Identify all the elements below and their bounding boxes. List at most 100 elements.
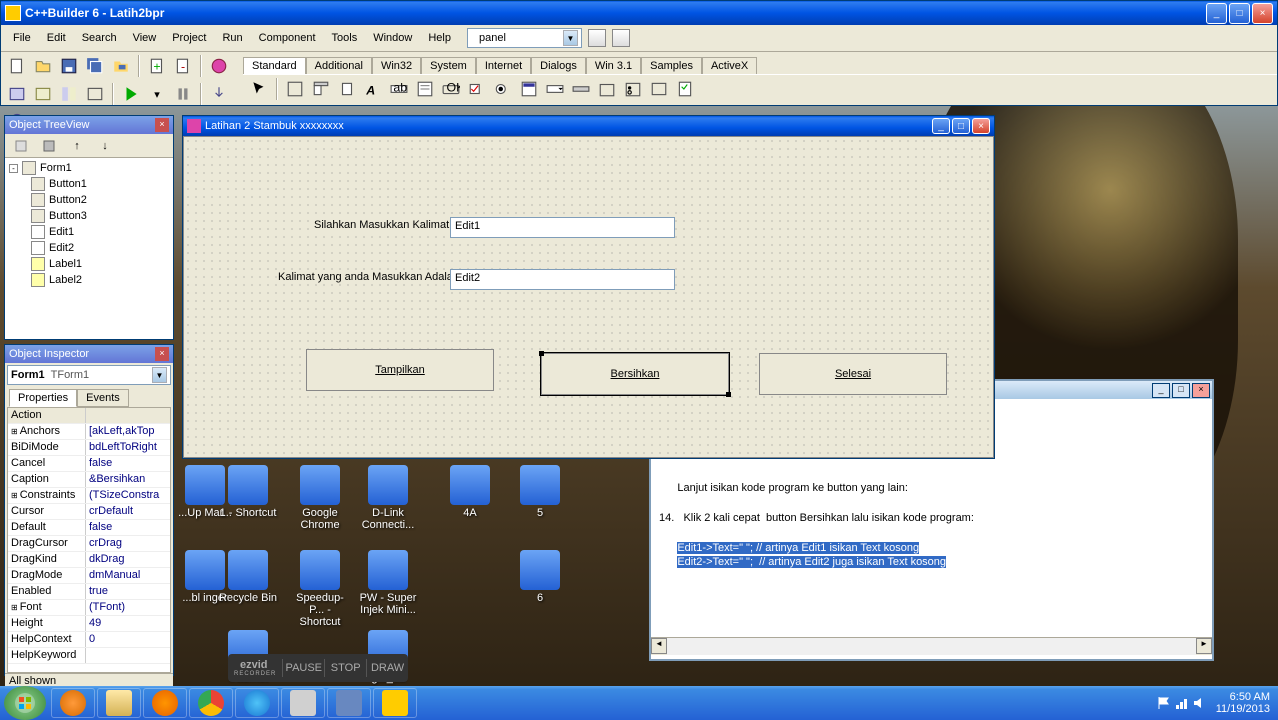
close-button[interactable]: ×: [1192, 383, 1210, 398]
actionlist-icon[interactable]: [673, 77, 697, 101]
open-icon[interactable]: [31, 54, 55, 78]
taskbar-chrome[interactable]: [189, 688, 233, 718]
volume-icon[interactable]: [1192, 695, 1208, 711]
close-button[interactable]: ×: [1252, 3, 1273, 24]
prop-row-helpcontext[interactable]: HelpContext0: [8, 632, 170, 648]
edit2[interactable]: Edit2: [450, 269, 675, 290]
inspector-object-combo[interactable]: Form1 TForm1 ▼: [7, 365, 171, 385]
menu-edit[interactable]: Edit: [39, 30, 74, 46]
listbox-icon[interactable]: [517, 77, 541, 101]
clock[interactable]: 6:50 AM 11/19/2013: [1216, 691, 1270, 715]
radiobutton-icon[interactable]: [491, 77, 515, 101]
taskbar-explorer[interactable]: [97, 688, 141, 718]
prop-row-anchors[interactable]: Anchors[akLeft,akTop: [8, 424, 170, 440]
edit1[interactable]: Edit1: [450, 217, 675, 238]
label-icon[interactable]: A: [361, 77, 385, 101]
close-icon[interactable]: ×: [155, 347, 169, 361]
maximize-button[interactable]: □: [1229, 3, 1250, 24]
tool-icon-1[interactable]: [588, 29, 606, 47]
menu-window[interactable]: Window: [365, 30, 420, 46]
maximize-button[interactable]: □: [1172, 383, 1190, 398]
toggle-icon[interactable]: [57, 82, 81, 106]
desktop-icon[interactable]: 1 - Shortcut: [218, 465, 278, 519]
tree-node-edit1[interactable]: Edit1: [7, 224, 171, 240]
desktop-icon[interactable]: 6: [510, 550, 570, 604]
tab-activex[interactable]: ActiveX: [702, 57, 757, 74]
panel-icon[interactable]: [647, 77, 671, 101]
minimize-button[interactable]: _: [1206, 3, 1227, 24]
add-file-icon[interactable]: +: [145, 54, 169, 78]
close-button[interactable]: ×: [972, 118, 990, 134]
frames-icon[interactable]: [283, 77, 307, 101]
component-search-combo[interactable]: panel ▼: [467, 28, 582, 48]
menu-run[interactable]: Run: [214, 30, 250, 46]
prop-row-dragmode[interactable]: DragModedmManual: [8, 568, 170, 584]
menu-project[interactable]: Project: [164, 30, 214, 46]
menu-view[interactable]: View: [125, 30, 165, 46]
tab-win31[interactable]: Win 3.1: [586, 57, 641, 74]
tab-internet[interactable]: Internet: [476, 57, 531, 74]
tab-properties[interactable]: Properties: [9, 389, 77, 407]
save-icon[interactable]: [57, 54, 81, 78]
tab-system[interactable]: System: [421, 57, 476, 74]
desktop-icon[interactable]: 4A: [440, 465, 500, 519]
ezvid-stop-button[interactable]: STOP: [324, 659, 366, 677]
groupbox-icon[interactable]: [595, 77, 619, 101]
scrollbar-icon[interactable]: [569, 77, 593, 101]
tree-node-label1[interactable]: Label1: [7, 256, 171, 272]
mainmenu-icon[interactable]: [309, 77, 333, 101]
desktop-icon[interactable]: Speedup-P... - Shortcut: [290, 550, 350, 628]
ide-titlebar[interactable]: C++Builder 6 - Latih2bpr _ □ ×: [1, 1, 1277, 25]
desktop-icon[interactable]: Recycle Bin: [218, 550, 278, 604]
newform-icon[interactable]: [83, 82, 107, 106]
taskbar-firefox[interactable]: [143, 688, 187, 718]
inspector-header[interactable]: Object Inspector ×: [5, 345, 173, 363]
property-grid[interactable]: ActionAnchors[akLeft,akTopBiDiModebdLeft…: [7, 407, 171, 673]
taskbar-app1[interactable]: [281, 688, 325, 718]
taskbar-wmp[interactable]: [51, 688, 95, 718]
prop-row-bidimode[interactable]: BiDiModebdLeftToRight: [8, 440, 170, 456]
view-form-icon[interactable]: [31, 82, 55, 106]
pointer-icon[interactable]: [247, 77, 271, 101]
prop-row-dragkind[interactable]: DragKinddkDrag: [8, 552, 170, 568]
prop-row-dragcursor[interactable]: DragCursorcrDrag: [8, 536, 170, 552]
tree-tool-1[interactable]: [9, 134, 33, 158]
memo-icon[interactable]: [413, 77, 437, 101]
saveall-icon[interactable]: [83, 54, 107, 78]
desktop-icon[interactable]: PW - Super Injek Mini...: [358, 550, 418, 616]
prop-row-constraints[interactable]: Constraints(TSizeConstra: [8, 488, 170, 504]
tab-standard[interactable]: Standard: [243, 57, 306, 74]
button-icon[interactable]: OK: [439, 77, 463, 101]
tree-node-form1[interactable]: -Form1: [7, 160, 171, 176]
button-selesai[interactable]: Selesai: [759, 353, 947, 395]
start-button[interactable]: [4, 686, 46, 720]
checkbox-icon[interactable]: [465, 77, 489, 101]
tree-node-button3[interactable]: Button3: [7, 208, 171, 224]
tab-additional[interactable]: Additional: [306, 57, 372, 74]
tree-node-edit2[interactable]: Edit2: [7, 240, 171, 256]
prop-row-action[interactable]: Action: [8, 408, 170, 424]
new-icon[interactable]: [5, 54, 29, 78]
tool-icon-2[interactable]: [612, 29, 630, 47]
combo-dropdown-icon[interactable]: ▼: [152, 367, 167, 383]
treeview-body[interactable]: -Form1 Button1 Button2 Button3 Edit1 Edi…: [5, 158, 173, 339]
prop-row-font[interactable]: Font(TFont): [8, 600, 170, 616]
form-canvas[interactable]: Silahkan Masukkan Kalimat Edit1 Kalimat …: [183, 136, 994, 458]
combobox-icon[interactable]: [543, 77, 567, 101]
remove-file-icon[interactable]: -: [171, 54, 195, 78]
taskbar-ie[interactable]: [235, 688, 279, 718]
popupmenu-icon[interactable]: [335, 77, 359, 101]
edit-icon[interactable]: ab|: [387, 77, 411, 101]
prop-row-caption[interactable]: Caption&Bersihkan: [8, 472, 170, 488]
minimize-button[interactable]: _: [1152, 383, 1170, 398]
taskbar-cppbuilder[interactable]: [373, 688, 417, 718]
tab-samples[interactable]: Samples: [641, 57, 702, 74]
prop-row-height[interactable]: Height49: [8, 616, 170, 632]
open-project-icon[interactable]: [109, 54, 133, 78]
menu-help[interactable]: Help: [420, 30, 459, 46]
tree-node-button1[interactable]: Button1: [7, 176, 171, 192]
prop-row-default[interactable]: Defaultfalse: [8, 520, 170, 536]
tree-up-icon[interactable]: ↑: [65, 134, 89, 158]
help-icon[interactable]: [207, 54, 231, 78]
radiogroup-icon[interactable]: [621, 77, 645, 101]
